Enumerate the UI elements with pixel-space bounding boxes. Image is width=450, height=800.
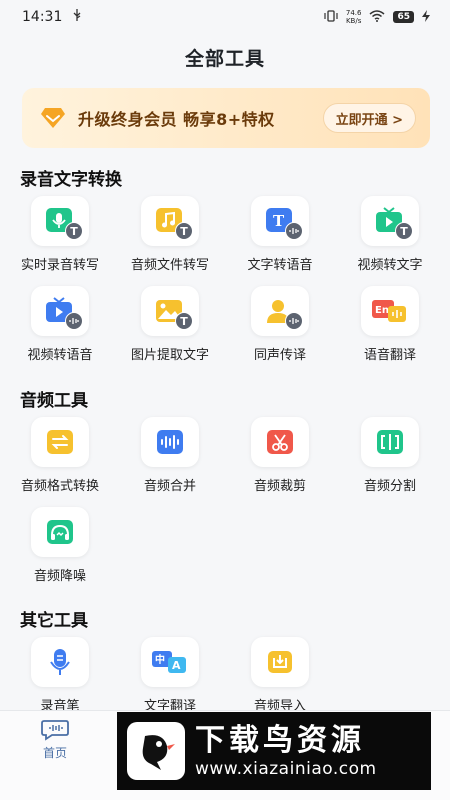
tool-audio-format-convert[interactable]: 音频格式转换 bbox=[4, 417, 116, 494]
tool-video-to-text[interactable]: T 视频转文字 bbox=[334, 196, 446, 273]
watermark-url: www.xiazainiao.com bbox=[195, 759, 377, 779]
audio-wave-badge-icon bbox=[65, 312, 83, 330]
wifi-icon bbox=[369, 9, 385, 25]
usb-icon bbox=[72, 9, 82, 25]
audio-wave-badge-icon bbox=[285, 222, 303, 240]
tab-home-label: 首页 bbox=[42, 746, 67, 760]
image-to-text-icon: T bbox=[141, 286, 199, 336]
activate-vip-button[interactable]: 立即开通 > bbox=[322, 103, 416, 133]
svg-text:En: En bbox=[375, 305, 389, 316]
tool-audio-merge[interactable]: 音频合并 bbox=[114, 417, 226, 494]
section-title-audio-tools: 音频工具 bbox=[20, 391, 88, 411]
video-to-text-icon: T bbox=[361, 196, 419, 246]
section-title-other-tools: 其它工具 bbox=[20, 611, 88, 631]
tool-video-to-audio[interactable]: 视频转语音 bbox=[4, 286, 116, 363]
section-title-transcription: 录音文字转换 bbox=[20, 170, 122, 190]
tab-home[interactable]: 首页 bbox=[30, 717, 80, 761]
tool-audio-denoise[interactable]: 音频降噪 bbox=[4, 507, 116, 584]
tool-audio-import[interactable]: 音频导入 bbox=[224, 637, 336, 714]
audio-split-icon bbox=[361, 417, 419, 467]
audio-import-icon bbox=[251, 637, 309, 687]
text-badge-icon: T bbox=[395, 222, 413, 240]
voice-translate-icon: En bbox=[361, 286, 419, 336]
battery-indicator: 65 bbox=[393, 11, 414, 23]
tool-audio-cut[interactable]: 音频裁剪 bbox=[224, 417, 336, 494]
network-speed: 74.6 KB/s bbox=[345, 9, 362, 25]
vibrate-icon bbox=[324, 9, 338, 25]
tool-voice-translate[interactable]: En 语音翻译 bbox=[334, 286, 446, 363]
tool-realtime-transcribe[interactable]: T 实时录音转写 bbox=[4, 196, 116, 273]
vip-banner-text: 升级终身会员 畅享8+特权 bbox=[78, 110, 275, 129]
mic-to-text-icon: T bbox=[31, 196, 89, 246]
tool-image-to-text[interactable]: T 图片提取文字 bbox=[114, 286, 226, 363]
tool-simultaneous-interpretation[interactable]: 同声传译 bbox=[224, 286, 336, 363]
audio-merge-icon bbox=[141, 417, 199, 467]
text-to-speech-icon: T bbox=[251, 196, 309, 246]
tool-text-to-speech[interactable]: T 文字转语音 bbox=[224, 196, 336, 273]
svg-text:A: A bbox=[172, 659, 181, 672]
watermark-title: 下载鸟资源 bbox=[195, 723, 365, 758]
audio-wave-badge-icon bbox=[285, 312, 303, 330]
status-bar: 14:31 74.6 KB/s 65 bbox=[0, 0, 450, 34]
svg-text:T: T bbox=[273, 212, 285, 230]
text-translate-icon: 中A bbox=[141, 637, 199, 687]
voice-recorder-icon bbox=[31, 637, 89, 687]
text-badge-icon: T bbox=[175, 312, 193, 330]
text-badge-icon: T bbox=[65, 222, 83, 240]
diamond-icon bbox=[40, 105, 66, 131]
page-title: 全部工具 bbox=[184, 48, 265, 70]
tool-audio-split[interactable]: 音频分割 bbox=[334, 417, 446, 494]
charging-icon bbox=[422, 9, 430, 25]
vip-banner[interactable]: 升级终身会员 畅享8+特权 立即开通 > bbox=[22, 88, 430, 148]
video-to-audio-icon bbox=[31, 286, 89, 336]
watermark-overlay: 下载鸟资源 www.xiazainiao.com bbox=[117, 712, 431, 790]
svg-text:中: 中 bbox=[155, 653, 165, 666]
audio-denoise-icon bbox=[31, 507, 89, 557]
simultaneous-interpretation-icon bbox=[251, 286, 309, 336]
home-wave-icon bbox=[40, 717, 70, 744]
tool-audio-file-transcribe[interactable]: T 音频文件转写 bbox=[114, 196, 226, 273]
tool-text-translate[interactable]: 中A 文字翻译 bbox=[114, 637, 226, 714]
status-time: 14:31 bbox=[22, 9, 63, 25]
bird-logo-icon bbox=[127, 722, 185, 780]
tool-voice-recorder[interactable]: 录音笔 bbox=[4, 637, 116, 714]
audio-cut-icon bbox=[251, 417, 309, 467]
text-badge-icon: T bbox=[175, 222, 193, 240]
audio-format-convert-icon bbox=[31, 417, 89, 467]
audio-file-to-text-icon: T bbox=[141, 196, 199, 246]
